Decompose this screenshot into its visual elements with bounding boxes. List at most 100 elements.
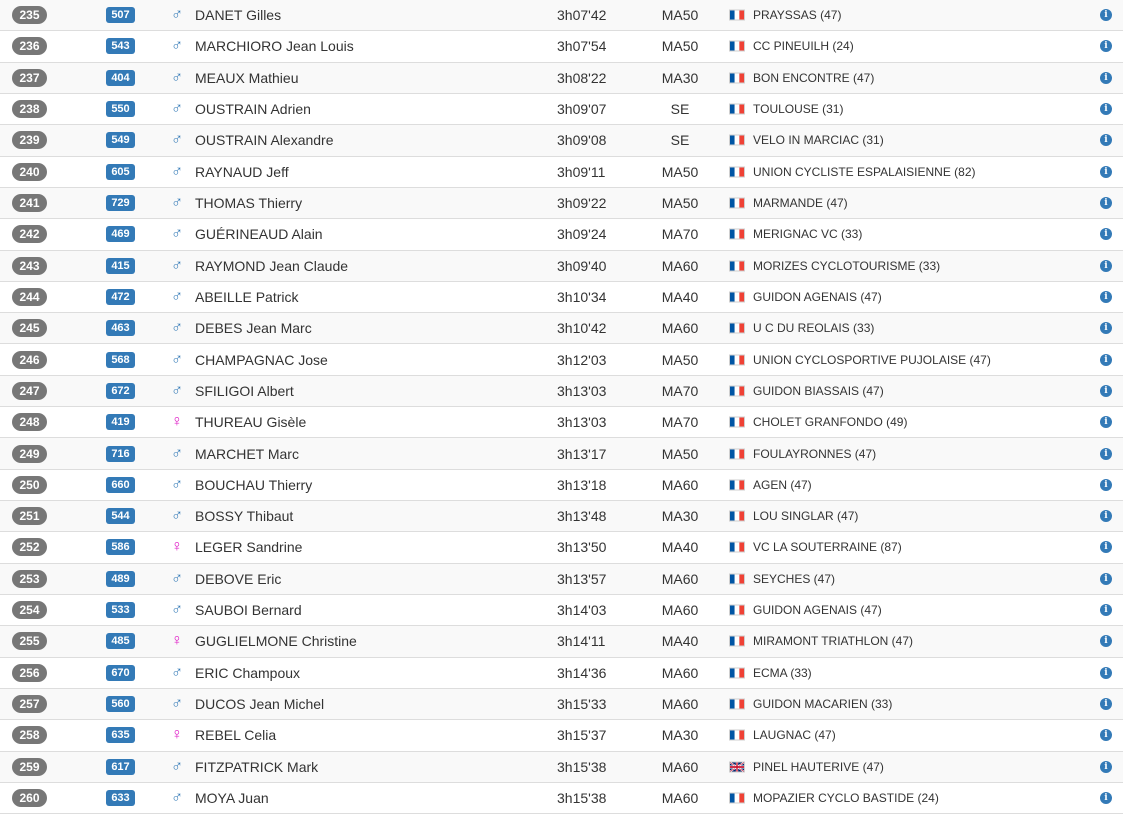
fr-flag-icon	[729, 479, 745, 491]
info-icon[interactable]: i	[1100, 698, 1112, 711]
participant-name: THUREAU Gisèle	[195, 414, 307, 431]
club-name: VC LA SOUTERRAINE (87)	[753, 540, 902, 555]
club-name: SEYCHES (47)	[753, 571, 836, 586]
table-row: 236 543 ♂ MARCHIORO Jean Louis 3h07'54 MA50 CC…	[0, 31, 1123, 63]
category: MA30	[661, 727, 699, 744]
info-icon[interactable]: i	[1100, 259, 1112, 272]
finish-time: 3h14'36	[557, 664, 607, 681]
male-icon: ♂	[171, 287, 183, 305]
info-icon[interactable]: i	[1100, 604, 1112, 617]
bib-badge: 716	[106, 445, 135, 462]
male-icon: ♂	[171, 6, 183, 24]
info-icon[interactable]: i	[1100, 541, 1112, 554]
bib-badge: 633	[106, 789, 135, 806]
info-icon[interactable]: i	[1100, 384, 1112, 397]
finish-time: 3h13'50	[557, 539, 607, 556]
bib-badge: 472	[106, 288, 135, 305]
info-icon[interactable]: i	[1100, 353, 1112, 366]
info-icon[interactable]: i	[1100, 71, 1112, 84]
table-row: 246 568 ♂ CHAMPAGNAC Jose 3h12'03 MA50 UNION C…	[0, 344, 1123, 376]
club-name: TOULOUSE (31)	[753, 102, 844, 117]
table-row: 260 633 ♂ MOYA Juan 3h15'38 MA60 MOPAZIER CYCL…	[0, 782, 1123, 815]
club-name: FOULAYRONNES (47)	[753, 446, 877, 461]
club-name: PRAYSSAS (47)	[753, 8, 842, 23]
fr-flag-icon	[729, 72, 745, 84]
rank-badge: 260	[12, 788, 47, 807]
table-row: 251 544 ♂ BOSSY Thibaut 3h13'48 MA30 LOU SINGL…	[0, 501, 1123, 533]
info-icon[interactable]: i	[1100, 447, 1112, 460]
participant-name: SFILIGOI Albert	[195, 382, 294, 399]
info-icon[interactable]: i	[1100, 103, 1112, 116]
male-icon: ♂	[171, 475, 183, 493]
category: MA60	[661, 320, 699, 337]
table-row: 259 617 ♂ FITZPATRICK Mark 3h15'38 MA60 PINEL …	[0, 751, 1123, 783]
club-name: PINEL HAUTERIVE (47)	[753, 759, 884, 774]
info-icon[interactable]: i	[1100, 510, 1112, 523]
club-name: MARMANDE (47)	[753, 196, 848, 211]
finish-time: 3h13'57	[557, 570, 607, 587]
info-icon[interactable]: i	[1100, 9, 1112, 22]
finish-time: 3h13'18	[557, 476, 607, 493]
info-icon[interactable]: i	[1100, 760, 1112, 773]
category: MA40	[661, 539, 699, 556]
info-icon[interactable]: i	[1100, 572, 1112, 585]
table-row: 248 419 ♀ THUREAU Gisèle 3h13'03 MA70 CHOLET G…	[0, 407, 1123, 439]
participant-name: THOMAS Thierry	[195, 195, 303, 212]
category: MA50	[661, 351, 699, 368]
info-icon[interactable]: i	[1100, 40, 1112, 53]
gb-flag-icon	[729, 761, 745, 773]
info-icon[interactable]: i	[1100, 635, 1112, 648]
category: MA60	[661, 789, 699, 806]
info-icon[interactable]: i	[1100, 791, 1112, 804]
info-icon[interactable]: i	[1100, 165, 1112, 178]
participant-name: SAUBOI Bernard	[195, 602, 302, 619]
table-row: 257 560 ♂ DUCOS Jean Michel 3h15'33 MA60 GUIDO…	[0, 688, 1123, 721]
fr-flag-icon	[729, 510, 745, 522]
table-row: 245 463 ♂ DEBES Jean Marc 3h10'42 MA60 U C DU …	[0, 313, 1123, 345]
club-name: MIRAMONT TRIATHLON (47)	[753, 634, 914, 649]
finish-time: 3h09'08	[557, 132, 607, 149]
participant-name: ABEILLE Patrick	[195, 288, 299, 305]
info-icon[interactable]: i	[1100, 729, 1112, 742]
club-name: MERIGNAC VC (33)	[753, 227, 863, 242]
rank-badge: 249	[12, 444, 47, 463]
bib-badge: 672	[106, 382, 135, 399]
rank-badge: 244	[12, 287, 47, 306]
category: MA50	[661, 195, 699, 212]
category: MA60	[661, 602, 699, 619]
participant-name: MEAUX Mathieu	[195, 69, 299, 86]
club-name: GUIDON AGENAIS (47)	[753, 289, 882, 304]
male-icon: ♂	[171, 100, 183, 118]
info-icon[interactable]: i	[1100, 322, 1112, 335]
participant-name: FITZPATRICK Mark	[195, 758, 319, 775]
rank-badge: 258	[12, 726, 47, 745]
male-icon: ♂	[171, 194, 183, 212]
rank-badge: 256	[12, 663, 47, 682]
info-icon[interactable]: i	[1100, 416, 1112, 429]
club-name: VELO IN MARCIAC (31)	[753, 133, 884, 148]
table-row: 255 485 ♀ GUGLIELMONE Christine 3h14'11 MA40 M…	[0, 626, 1123, 658]
rank-badge: 246	[12, 350, 47, 369]
info-icon[interactable]: i	[1100, 666, 1112, 679]
fr-flag-icon	[729, 166, 745, 178]
fr-flag-icon	[729, 698, 745, 710]
rank-badge: 253	[12, 569, 47, 588]
info-icon[interactable]: i	[1100, 478, 1112, 491]
male-icon: ♂	[171, 788, 183, 806]
finish-time: 3h13'03	[557, 382, 607, 399]
rank-badge: 239	[12, 131, 47, 150]
finish-time: 3h10'34	[557, 288, 607, 305]
table-row: 243 415 ♂ RAYMOND Jean Claude 3h09'40 MA60 MOR…	[0, 250, 1123, 282]
bib-badge: 586	[106, 539, 135, 556]
male-icon: ♂	[171, 162, 183, 180]
male-icon: ♂	[171, 601, 183, 619]
finish-time: 3h07'54	[557, 38, 607, 55]
table-row: 241 729 ♂ THOMAS Thierry 3h09'22 MA50 MARMANDE…	[0, 187, 1123, 220]
finish-time: 3h07'42	[557, 7, 607, 24]
table-row: 242 469 ♂ GUÉRINEAUD Alain 3h09'24 MA70 MERIGN…	[0, 219, 1123, 251]
info-icon[interactable]: i	[1100, 197, 1112, 210]
info-icon[interactable]: i	[1100, 228, 1112, 241]
participant-name: BOSSY Thibaut	[195, 508, 294, 525]
info-icon[interactable]: i	[1100, 290, 1112, 303]
info-icon[interactable]: i	[1100, 134, 1112, 147]
